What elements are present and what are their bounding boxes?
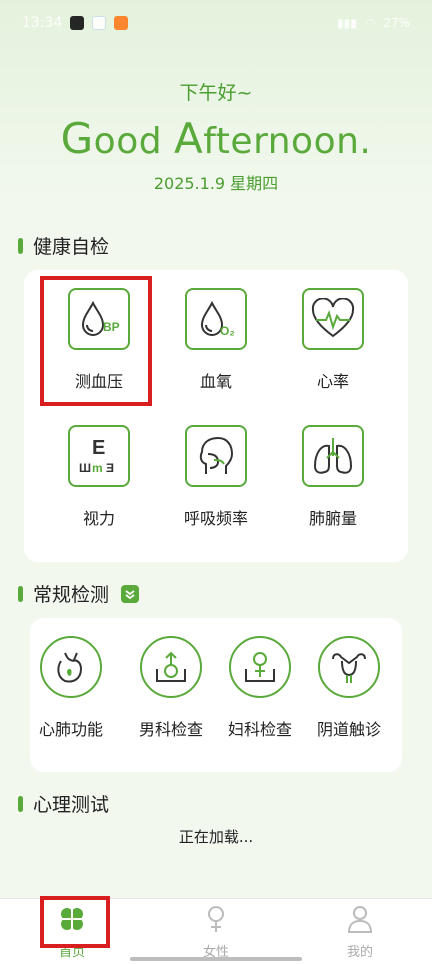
- greeting-letter-a: A: [174, 114, 204, 163]
- tile-label: 阴道触诊: [316, 720, 381, 739]
- signal-icon: ▮▮▮: [337, 16, 357, 30]
- section-title-psych: 心理测试: [33, 794, 110, 816]
- chevron-down-icon[interactable]: [121, 584, 140, 603]
- person-icon: [320, 905, 400, 937]
- home-indicator: [130, 957, 302, 961]
- tile-breath-rate[interactable]: 呼吸频率: [156, 425, 276, 529]
- routine-card: 心肺功能 男科检查 妇科检查 阴道触诊: [30, 618, 402, 772]
- tile-blood-oxygen[interactable]: O₂ 血氧: [156, 288, 276, 392]
- section-health-check: 健康自检: [18, 232, 109, 259]
- tile-label: 男科检查: [138, 720, 203, 739]
- tile-label: 心肺功能: [38, 720, 103, 739]
- tiktok-icon: [70, 16, 85, 30]
- tab-female[interactable]: 女性: [176, 905, 256, 960]
- app-icon: [92, 16, 107, 30]
- tile-label: 肺腑量: [308, 509, 357, 528]
- tile-label: 视力: [82, 509, 115, 528]
- wifi-icon: ◠: [364, 16, 376, 30]
- tile-vaginal-palpation[interactable]: 阴道触诊: [302, 636, 396, 740]
- taobao-icon: [114, 16, 129, 30]
- tile-label: 心率: [316, 372, 349, 391]
- section-bar: [18, 795, 23, 812]
- svg-text:Ǝ: Ǝ: [106, 461, 114, 475]
- tile-male-check[interactable]: 男科检查: [124, 636, 218, 740]
- tile-female-check[interactable]: 妇科检查: [213, 636, 307, 740]
- section-title-health: 健康自检: [33, 236, 110, 258]
- female-icon: [229, 636, 291, 698]
- uterus-icon: [318, 636, 380, 698]
- svg-text:m: m: [92, 461, 103, 475]
- svg-text:Ш: Ш: [79, 461, 91, 475]
- current-date: 2025.1.9 星期四: [153, 174, 279, 193]
- svg-text:E: E: [92, 437, 105, 459]
- blood-oxygen-icon: O₂: [185, 288, 247, 350]
- heart-lung-icon: [40, 636, 102, 698]
- status-bar: 13:34 ▮▮▮ ◠ 27%: [22, 10, 410, 36]
- tile-label: 妇科检查: [227, 720, 292, 739]
- highlight-box-blood-pressure: [40, 276, 152, 406]
- tile-vision[interactable]: E Ш m Ǝ 视力: [39, 425, 159, 529]
- heart-rate-icon: [302, 288, 364, 350]
- tile-heart-lung[interactable]: 心肺功能: [24, 636, 118, 740]
- tile-lung-capacity[interactable]: 肺腑量: [273, 425, 393, 529]
- greeting-letter-g: G: [60, 114, 94, 163]
- section-bar: [18, 237, 23, 254]
- header-banner: 13:34 ▮▮▮ ◠ 27% 下午好~ Good Afternoon. 202…: [0, 0, 432, 218]
- greeting-word-fternoon: fternoon.: [203, 121, 372, 162]
- battery-level: 27%: [383, 16, 410, 30]
- tab-label: 我的: [346, 945, 373, 960]
- section-bar: [18, 585, 23, 602]
- tile-label: 呼吸频率: [183, 509, 248, 528]
- head-breath-icon: [185, 425, 247, 487]
- section-title-routine: 常规检测: [33, 584, 110, 606]
- male-icon: [140, 636, 202, 698]
- tile-label: 血氧: [199, 372, 232, 391]
- greeting-word-ood: ood: [93, 121, 175, 162]
- section-psych: 心理测试: [18, 790, 109, 817]
- lungs-icon: [302, 425, 364, 487]
- svg-text:O₂: O₂: [220, 324, 235, 338]
- status-time: 13:34: [22, 15, 63, 31]
- highlight-box-home-tab: [40, 896, 110, 948]
- section-routine: 常规检测: [18, 580, 140, 607]
- loading-text: 正在加载...: [178, 828, 254, 846]
- female-symbol-icon: [176, 905, 256, 937]
- tile-heart-rate[interactable]: 心率: [273, 288, 393, 392]
- eye-chart-icon: E Ш m Ǝ: [68, 425, 130, 487]
- greeting-en: Good Afternoon.: [0, 114, 432, 163]
- tab-mine[interactable]: 我的: [320, 905, 400, 960]
- greeting-cn: 下午好~: [179, 82, 253, 104]
